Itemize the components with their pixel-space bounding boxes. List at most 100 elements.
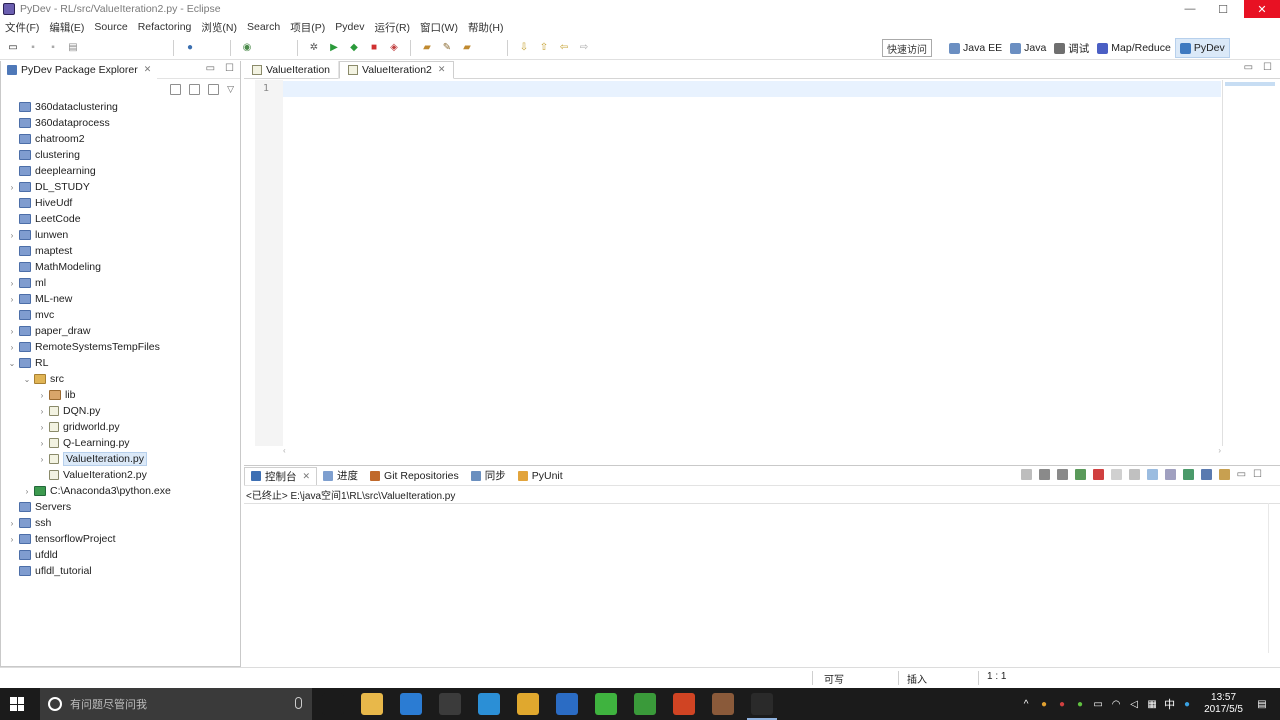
tree-item[interactable]: › ML-new [1,291,240,307]
tree-item[interactable]: deeplearning [1,163,240,179]
powerpoint-icon[interactable] [673,693,695,715]
tree-item[interactable]: LeetCode [1,211,240,227]
show-on-output-icon[interactable] [1146,469,1158,480]
menu-item[interactable]: 窗口(W) [415,20,463,35]
editor-tab[interactable]: ValueIteration [244,60,340,79]
tree-item[interactable]: ufldl_tutorial [1,563,240,579]
tray-app-icon[interactable]: ● [1181,698,1193,710]
menu-item[interactable]: 帮助(H) [463,20,509,35]
new-console-icon[interactable] [1218,469,1230,480]
expand-arrow-icon[interactable]: › [37,439,47,448]
console-output[interactable] [244,503,1280,653]
coverage-icon[interactable]: ◈ [387,41,401,55]
sublime-icon[interactable] [556,693,578,715]
save-icon[interactable]: ▪ [26,41,40,55]
tray-app-icon[interactable]: ● [1038,698,1050,710]
tree-item[interactable]: ⌄ src [1,371,240,387]
overview-ruler[interactable] [1222,80,1278,446]
tree-item[interactable]: › DL_STUDY [1,179,240,195]
quick-access-field[interactable]: 快速访问 [882,39,932,57]
expand-arrow-icon[interactable]: › [7,231,17,240]
expand-arrow-icon[interactable]: › [37,407,47,416]
tree-item[interactable]: › ValueIteration.py [1,451,240,467]
pencil-icon[interactable]: ✎ [440,41,454,55]
task-view-icon[interactable] [322,693,344,715]
save-all-icon[interactable]: ▪ [46,41,60,55]
tray-app-icon[interactable]: ● [1056,698,1068,710]
tree-item[interactable]: › ssh [1,515,240,531]
menu-item[interactable]: 项目(P) [285,20,330,35]
tree-item[interactable]: MathModeling [1,259,240,275]
qq-browser-icon[interactable] [478,693,500,715]
show-on-error-icon[interactable] [1164,469,1176,480]
tree-item[interactable]: Servers [1,499,240,515]
chrome-icon[interactable] [517,693,539,715]
run-external-icon[interactable]: ◆ [347,41,361,55]
menu-item[interactable]: 编辑(E) [44,20,89,35]
console-tab[interactable]: 进度 [317,467,364,485]
expand-arrow-icon[interactable]: › [7,519,17,528]
360-icon[interactable] [595,693,617,715]
minimize-console-icon[interactable]: ▭ [1237,469,1246,480]
expand-arrow-icon[interactable]: ⌄ [7,359,17,368]
console-tab[interactable]: 控制台 ✕ [244,466,318,485]
tree-item[interactable]: ValueIteration2.py [1,467,240,483]
tree-item[interactable]: mvc [1,307,240,323]
expand-arrow-icon[interactable]: › [7,327,17,336]
print-icon[interactable]: ▤ [66,41,80,55]
new-icon[interactable]: ▭ [6,41,20,55]
eclipse-icon[interactable] [747,693,777,720]
minimize-editor-icon[interactable]: ▭ [1244,62,1253,73]
debug-icon[interactable]: ✲ [307,41,321,55]
annotation-prev-icon[interactable]: ⇧ [537,41,551,55]
keyboard-icon[interactable]: ▦ [1146,698,1158,710]
minimize-button[interactable]: — [1172,0,1208,18]
eclipse-purple-icon[interactable] [712,693,734,715]
maximize-view-icon[interactable]: ☐ [225,63,234,74]
store-icon[interactable] [439,693,461,715]
menu-item[interactable]: Refactoring [133,21,197,33]
tree-item[interactable]: clustering [1,147,240,163]
scroll-lock-icon[interactable] [1110,469,1122,480]
expand-arrow-icon[interactable]: › [37,423,47,432]
menu-item[interactable]: Source [89,21,132,33]
code-editor[interactable]: 1 ‹ › [244,80,1280,455]
expand-arrow-icon[interactable]: › [37,391,47,400]
show-hidden-icon[interactable]: ^ [1020,698,1032,710]
tree-item[interactable]: › lib [1,387,240,403]
back-icon[interactable]: ⇦ [557,41,571,55]
tray-app-icon[interactable]: ● [1074,698,1086,710]
tree-item[interactable]: chatroom2 [1,131,240,147]
python-icon[interactable]: ● [183,41,197,55]
tree-item[interactable]: 360dataclustering [1,99,240,115]
tab-package-explorer[interactable]: PyDev Package Explorer ✕ [1,60,158,79]
tree-item[interactable]: › lunwen [1,227,240,243]
tree-item[interactable]: › C:\Anaconda3\python.exe [1,483,240,499]
tree-item[interactable]: ⌄ RL [1,355,240,371]
expand-arrow-icon[interactable]: › [7,295,17,304]
perspective-button[interactable]: PyDev [1174,38,1230,58]
close-icon[interactable]: ✕ [303,471,311,482]
menu-item[interactable]: Search [242,21,285,33]
editor-tab[interactable]: ValueIteration2 ✕ [339,60,455,79]
filter-icon[interactable] [208,83,220,95]
menu-item[interactable]: 文件(F) [0,20,44,35]
expand-arrow-icon[interactable]: ⌄ [22,375,32,384]
ime-indicator[interactable]: 中 [1164,698,1175,711]
open-console-icon[interactable] [1182,469,1194,480]
open-folder-icon[interactable]: ▰ [420,41,434,55]
maximize-button[interactable]: ☐ [1205,0,1241,18]
remove-all-icon[interactable] [1056,469,1068,480]
edge-icon[interactable] [400,693,422,715]
close-button[interactable]: ✕ [1244,0,1280,18]
annotation-next-icon[interactable]: ⇩ [517,41,531,55]
perspective-button[interactable]: Java [1006,38,1050,58]
tree-item[interactable]: 360dataprocess [1,115,240,131]
expand-arrow-icon[interactable]: › [7,183,17,192]
remove-launch-icon[interactable] [1038,469,1050,480]
clear-console-icon[interactable] [1092,469,1104,480]
expand-arrow-icon[interactable]: › [7,279,17,288]
tree-item[interactable]: › RemoteSystemsTempFiles [1,339,240,355]
forward-icon[interactable]: ⇨ [577,41,591,55]
clock[interactable]: 13:57 2017/5/5 [1204,692,1243,716]
